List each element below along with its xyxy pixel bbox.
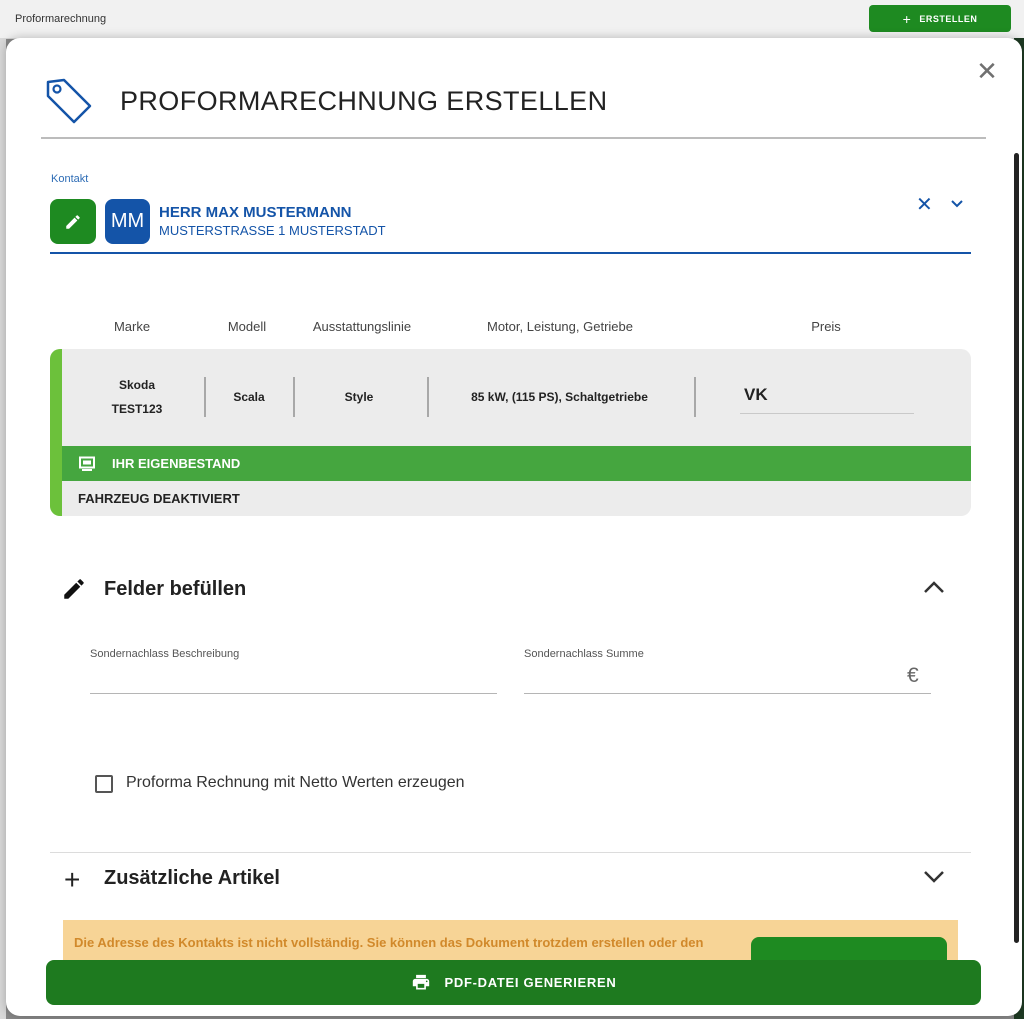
background-page-title: Proformarechnung (15, 13, 107, 25)
vehicle-card[interactable]: Skoda TEST123 Scala Style 85 kW, (115 PS… (50, 349, 971, 516)
vehicle-separator (427, 377, 429, 417)
incomplete-address-warning: Die Adresse des Kontakts ist nicht volls… (63, 920, 958, 960)
vehicle-trim: Style (344, 390, 374, 404)
pencil-icon (61, 576, 87, 607)
column-header-model: Modell (227, 319, 267, 334)
discount-sum-label: Sondernachlass Summe (524, 648, 644, 660)
discount-description-underline (90, 693, 497, 694)
contact-address: MUSTERSTRASSE 1 MUSTERSTADT (159, 223, 386, 238)
euro-icon: € (907, 664, 919, 687)
discount-sum-input[interactable] (524, 666, 898, 692)
extra-items-section-title: Zusätzliche Artikel (104, 867, 280, 889)
warning-action-button[interactable] (751, 937, 947, 960)
vehicle-status: FAHRZEUG DEAKTIVIERT (78, 491, 240, 506)
generate-pdf-label: PDF-DATEI GENERIEREN (444, 975, 617, 990)
dialog-scrollbar[interactable] (1014, 153, 1019, 943)
section-divider (50, 852, 971, 853)
discount-sum-underline (524, 693, 931, 694)
background-topbar: Proformarechnung + ERSTELLEN (0, 0, 1024, 39)
stock-status-bar: IHR EIGENBESTAND (62, 446, 971, 481)
column-header-engine: Motor, Leistung, Getriebe (487, 319, 633, 334)
contact-label: Kontakt (51, 173, 89, 185)
vehicle-price-underline (740, 413, 914, 414)
printer-icon (412, 974, 429, 990)
chevron-up-icon[interactable] (923, 580, 945, 599)
stock-status-label: IHR EIGENBESTAND (112, 456, 241, 471)
vehicle-price-type: VK (744, 385, 768, 404)
vehicle-id: TEST123 (111, 402, 163, 416)
plus-icon: + (902, 10, 912, 27)
stock-icon (78, 456, 96, 472)
chevron-down-icon[interactable] (923, 869, 945, 888)
generate-pdf-button[interactable]: PDF-DATEI GENERIEREN (46, 960, 981, 1005)
plus-icon: + (64, 864, 81, 895)
close-icon[interactable]: ✕ (976, 58, 998, 84)
fill-section-title: Felder befüllen (104, 578, 247, 600)
contact-name: HERR MAX MUSTERMANN (159, 204, 352, 221)
background-create-label: ERSTELLEN (919, 13, 978, 24)
clear-contact-icon[interactable]: ✕ (916, 192, 933, 217)
vehicle-model: Scala (233, 390, 265, 404)
discount-description-input[interactable] (90, 666, 499, 692)
vehicle-engine: 85 kW, (115 PS), Schaltgetriebe (471, 390, 648, 404)
vehicle-separator (694, 377, 696, 417)
netto-checkbox[interactable] (95, 775, 113, 793)
vehicle-separator (293, 377, 295, 417)
warning-text: Die Adresse des Kontakts ist nicht volls… (74, 935, 704, 950)
column-header-brand: Marke (113, 319, 151, 334)
edit-contact-button[interactable] (50, 199, 96, 244)
price-tag-icon (44, 76, 94, 126)
proforma-dialog: ✕ PROFORMARECHNUNG ERSTELLEN Kontakt MM … (6, 38, 1022, 1016)
chevron-down-icon[interactable] (950, 196, 964, 214)
vehicle-card-accent (50, 349, 62, 516)
pencil-icon (66, 214, 80, 229)
vehicle-brand: Skoda (118, 378, 155, 392)
contact-avatar: MM (105, 199, 150, 244)
dialog-title: PROFORMARECHNUNG ERSTELLEN (120, 86, 608, 116)
background-create-button[interactable]: + ERSTELLEN (869, 5, 1011, 32)
column-header-trim: Ausstattungslinie (312, 319, 412, 334)
contact-field-underline (50, 252, 971, 254)
header-divider (41, 137, 986, 139)
netto-checkbox-label[interactable]: Proforma Rechnung mit Netto Werten erzeu… (126, 774, 465, 792)
column-header-price: Preis (811, 319, 841, 334)
discount-description-label: Sondernachlass Beschreibung (90, 648, 240, 660)
vehicle-separator (204, 377, 206, 417)
